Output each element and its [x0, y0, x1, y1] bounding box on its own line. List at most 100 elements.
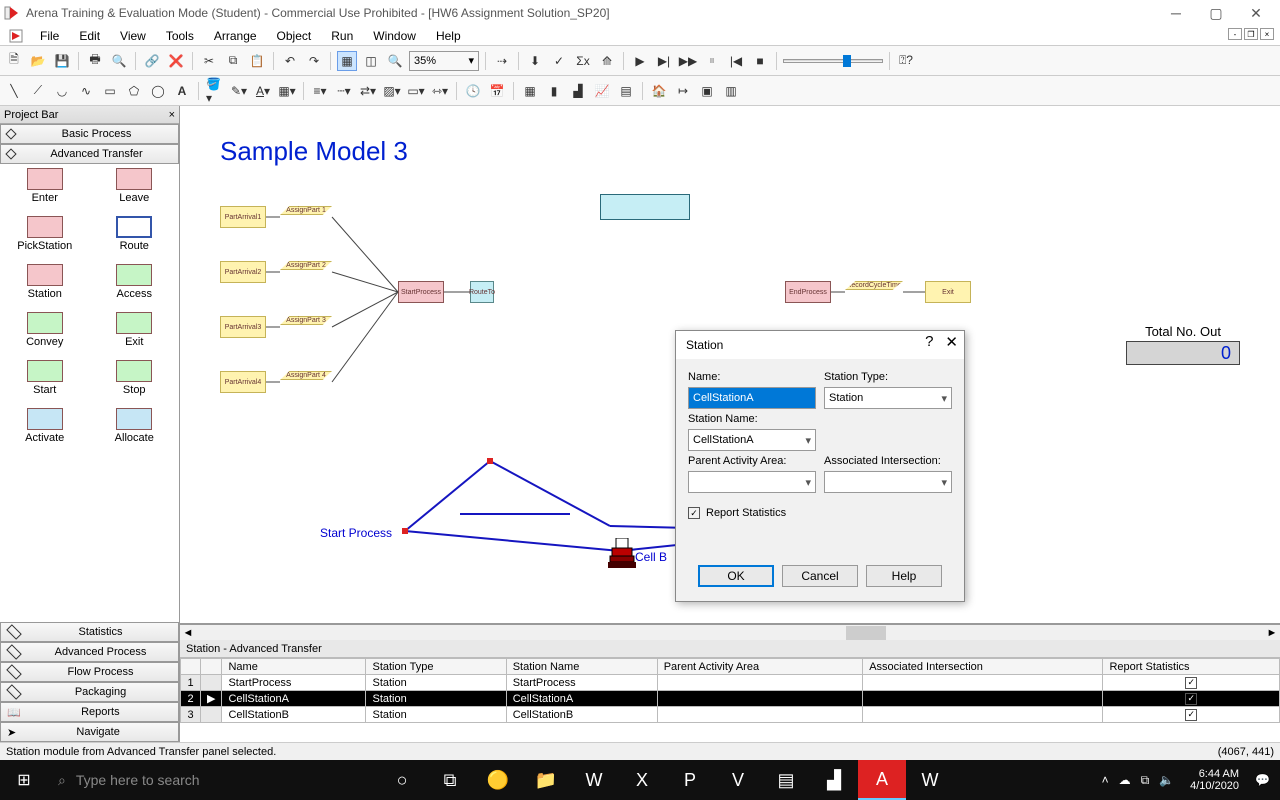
- context-help-icon[interactable]: ⍰?: [896, 51, 916, 71]
- palette-exit[interactable]: Exit: [92, 312, 178, 348]
- zoom-fit-icon[interactable]: 🔍: [385, 51, 405, 71]
- section-advanced-transfer[interactable]: Advanced Transfer: [0, 144, 179, 164]
- node-partarrival2[interactable]: PartArrival2: [220, 261, 266, 283]
- rewind-icon[interactable]: |◀: [726, 51, 746, 71]
- tray-chevron-icon[interactable]: ˄: [1102, 773, 1109, 787]
- cortana-icon[interactable]: ○: [378, 760, 426, 800]
- copy-icon[interactable]: ⧉: [223, 51, 243, 71]
- bg-color-icon[interactable]: ▦▾: [277, 81, 297, 101]
- tray-dropbox-icon[interactable]: ⧉: [1141, 773, 1150, 788]
- palette-convey[interactable]: Convey: [2, 312, 88, 348]
- station-type-combo[interactable]: Station: [824, 387, 952, 409]
- flip-icon[interactable]: ⇿▾: [430, 81, 450, 101]
- fastforward-icon[interactable]: ▶▶: [678, 51, 698, 71]
- explorer-icon[interactable]: 📁: [522, 760, 570, 800]
- node-partarrival4[interactable]: PartArrival4: [220, 371, 266, 393]
- minitab-icon[interactable]: ▤: [762, 760, 810, 800]
- section-statistics[interactable]: Statistics: [0, 622, 179, 642]
- cut-icon[interactable]: ✂: [199, 51, 219, 71]
- palette-route[interactable]: Route: [92, 216, 178, 252]
- bezier-icon[interactable]: ∿: [76, 81, 96, 101]
- arena-icon[interactable]: A: [858, 760, 906, 800]
- node-recordcycletime[interactable]: RecordCycleTime: [845, 281, 903, 290]
- anim-station-icon[interactable]: 🏠: [649, 81, 669, 101]
- menu-arrange[interactable]: Arrange: [210, 28, 261, 44]
- excel-icon[interactable]: X: [618, 760, 666, 800]
- help-button[interactable]: Help: [866, 565, 942, 587]
- linewidth-icon[interactable]: ≡▾: [310, 81, 330, 101]
- minimize-button[interactable]: ─: [1156, 2, 1196, 24]
- spreadsheet-table[interactable]: NameStation TypeStation NameParent Activ…: [180, 658, 1280, 723]
- menu-tools[interactable]: Tools: [162, 28, 198, 44]
- polygon-icon[interactable]: ⬠: [124, 81, 144, 101]
- check-icon[interactable]: ✓: [549, 51, 569, 71]
- speed-slider[interactable]: [783, 53, 883, 69]
- palette-activate[interactable]: Activate: [2, 408, 88, 444]
- cancel-button[interactable]: Cancel: [782, 565, 858, 587]
- paste-icon[interactable]: 📋: [247, 51, 267, 71]
- palette-access[interactable]: Access: [92, 264, 178, 300]
- parent-area-combo[interactable]: [688, 471, 816, 493]
- start-button[interactable]: ⊞: [0, 760, 48, 800]
- variable-icon[interactable]: ⟰: [597, 51, 617, 71]
- table-row[interactable]: 3CellStationBStationCellStationB✓: [181, 707, 1280, 723]
- model-canvas[interactable]: Sample Model 3 PartArrival1 AssignPart 1…: [180, 106, 1280, 624]
- text-icon[interactable]: A: [172, 81, 192, 101]
- section-flow-process[interactable]: Flow Process: [0, 662, 179, 682]
- pause-icon[interactable]: ⏸: [702, 51, 722, 71]
- zoom-combo[interactable]: 35%▾: [409, 51, 479, 71]
- menu-file[interactable]: File: [36, 28, 63, 44]
- tray-volume-icon[interactable]: 🔈: [1159, 773, 1174, 787]
- chrome-icon[interactable]: 🟡: [474, 760, 522, 800]
- tray-onedrive-icon[interactable]: ☁: [1119, 773, 1131, 787]
- palette-stop[interactable]: Stop: [92, 360, 178, 396]
- queue-icon[interactable]: ▤: [616, 81, 636, 101]
- menu-window[interactable]: Window: [369, 28, 420, 44]
- fill-color-icon[interactable]: 🪣▾: [205, 81, 225, 101]
- menu-run[interactable]: Run: [327, 28, 357, 44]
- submodel-icon[interactable]: ◫: [361, 51, 381, 71]
- dialog-close-icon[interactable]: ✕: [945, 333, 958, 351]
- palette-start[interactable]: Start: [2, 360, 88, 396]
- ok-button[interactable]: OK: [698, 565, 774, 587]
- anim-seize-icon[interactable]: ▣: [697, 81, 717, 101]
- close-button[interactable]: ✕: [1236, 2, 1276, 24]
- var-icon[interactable]: ▦: [520, 81, 540, 101]
- new-icon[interactable]: 🗎: [4, 51, 24, 71]
- connect-icon[interactable]: ⇢: [492, 51, 512, 71]
- tray-notifications-icon[interactable]: 💬: [1255, 773, 1270, 787]
- rect-icon[interactable]: ▭: [100, 81, 120, 101]
- node-partarrival3[interactable]: PartArrival3: [220, 316, 266, 338]
- undo-icon[interactable]: ↶: [280, 51, 300, 71]
- line-color-icon[interactable]: ✎▾: [229, 81, 249, 101]
- mdi-close[interactable]: ×: [1260, 28, 1274, 40]
- save-icon[interactable]: 💾: [52, 51, 72, 71]
- redo-icon[interactable]: ↷: [304, 51, 324, 71]
- node-partarrival1[interactable]: PartArrival1: [220, 206, 266, 228]
- palette-leave[interactable]: Leave: [92, 168, 178, 204]
- palette-station[interactable]: Station: [2, 264, 88, 300]
- dialog-help-icon[interactable]: ?: [925, 333, 933, 351]
- node-assign2[interactable]: AssignPart 2: [280, 261, 332, 270]
- step-icon[interactable]: ▶|: [654, 51, 674, 71]
- maximize-button[interactable]: ▢: [1196, 2, 1236, 24]
- line-icon[interactable]: ╲: [4, 81, 24, 101]
- node-assign3[interactable]: AssignPart 3: [280, 316, 332, 325]
- stats-icon[interactable]: ▟: [810, 760, 858, 800]
- menu-help[interactable]: Help: [432, 28, 465, 44]
- name-input[interactable]: [688, 387, 816, 409]
- open-icon[interactable]: 📂: [28, 51, 48, 71]
- arc-icon[interactable]: ◡: [52, 81, 72, 101]
- palette-allocate[interactable]: Allocate: [92, 408, 178, 444]
- anim-route-icon[interactable]: ↦: [673, 81, 693, 101]
- plot-icon[interactable]: 📈: [592, 81, 612, 101]
- report-statistics-checkbox[interactable]: ✓: [688, 507, 700, 519]
- date-icon[interactable]: 📅: [487, 81, 507, 101]
- section-basic-process[interactable]: Basic Process: [0, 124, 179, 144]
- dash-icon[interactable]: ▭▾: [406, 81, 426, 101]
- table-row[interactable]: 2▶CellStationAStationCellStationA✓: [181, 691, 1280, 707]
- expression-icon[interactable]: Σx: [573, 51, 593, 71]
- ellipse-icon[interactable]: ◯: [148, 81, 168, 101]
- canvas-scrollbar-h[interactable]: ◄ ►: [180, 624, 1280, 640]
- word2-icon[interactable]: W: [906, 760, 954, 800]
